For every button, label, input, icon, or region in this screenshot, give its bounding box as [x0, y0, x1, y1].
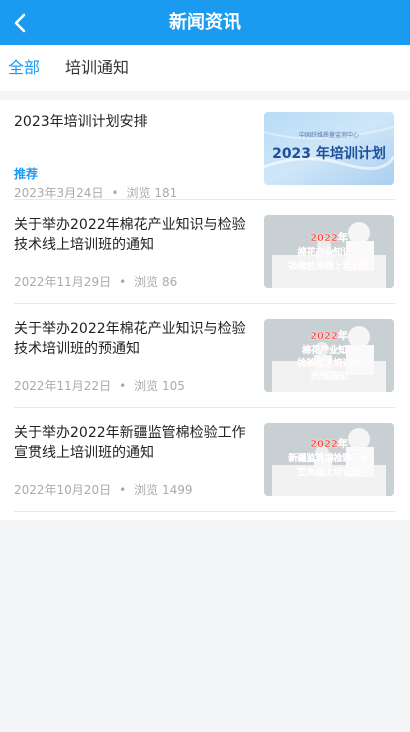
thumb-line: 的预通知	[311, 370, 347, 382]
thumb-line: 检验技术培训班	[297, 357, 360, 369]
news-meta: 2022年11月29日 • 浏览 86	[14, 273, 177, 290]
page-title: 新闻资讯	[169, 12, 241, 33]
news-thumbnail: 2022年 棉花产业知识与 检验技术线上培训班	[264, 215, 394, 288]
app-header: 新闻资讯	[0, 0, 410, 45]
thumb-line: 2022年	[310, 231, 348, 244]
thumb-line: 新疆监管棉检验工作	[288, 452, 369, 464]
thumb-line: 2022年	[310, 437, 348, 450]
divider	[14, 407, 395, 408]
recommend-tag: 推荐	[14, 167, 39, 181]
news-views: 浏览 105	[134, 379, 185, 393]
thumb-small-text: 中国纤维质量监测中心	[299, 131, 359, 139]
news-meta: 2022年11月22日 • 浏览 105	[14, 377, 185, 394]
meta-separator: •	[119, 379, 127, 393]
thumb-line: 宣贯线上培训班	[297, 466, 360, 478]
meta-separator: •	[119, 483, 127, 497]
news-item[interactable]: 2023年培训计划安排 推荐 2023年3月24日 • 浏览 181 中国纤维质量监…	[14, 112, 395, 216]
thumb-line: 检验技术线上培训班	[288, 260, 369, 272]
news-thumbnail: 2022年 棉花产业知识 检验技术培训班 的预通知	[264, 319, 394, 392]
news-title: 关于举办2022年棉花产业知识与检验技术线上培训班的通知	[14, 217, 246, 253]
news-views: 浏览 1499	[134, 483, 193, 497]
news-date: 2023年3月24日	[14, 186, 104, 200]
news-title: 关于举办2022年新疆监管棉检验工作宣贯线上培训班的通知	[14, 425, 246, 461]
divider	[14, 303, 395, 304]
category-tabs: 全部 培训通知	[0, 45, 410, 91]
news-views: 浏览 181	[126, 186, 178, 200]
news-date: 2022年11月29日	[14, 275, 112, 289]
meta-separator: •	[119, 275, 127, 289]
news-thumbnail: 2022年 新疆监管棉检验工作 宣贯线上培训班	[264, 423, 394, 496]
thumb-line: 2022年	[310, 329, 348, 342]
thumb-main-text: 2023 年培训计划	[272, 145, 386, 162]
news-list: 2023年培训计划安排 推荐 2023年3月24日 • 浏览 181 中国纤维质量监…	[0, 100, 410, 520]
thumb-line: 棉花产业知识	[302, 344, 356, 356]
divider	[14, 511, 395, 512]
news-thumbnail: 中国纤维质量监测中心 2023 年培训计划	[264, 112, 394, 185]
tab-all[interactable]: 全部	[8, 45, 40, 91]
news-meta: 2022年10月20日 • 浏览 1499	[14, 481, 193, 498]
thumb-line: 棉花产业知识与	[297, 246, 360, 258]
meta-separator: •	[111, 186, 119, 200]
news-title: 关于举办2022年棉花产业知识与检验技术培训班的预通知	[14, 321, 246, 357]
news-date: 2022年10月20日	[14, 483, 112, 497]
news-title: 2023年培训计划安排	[14, 114, 148, 130]
tab-training-notice[interactable]: 培训通知	[65, 45, 129, 91]
news-date: 2022年11月22日	[14, 379, 112, 393]
news-views: 浏览 86	[134, 275, 178, 289]
divider	[14, 199, 395, 200]
